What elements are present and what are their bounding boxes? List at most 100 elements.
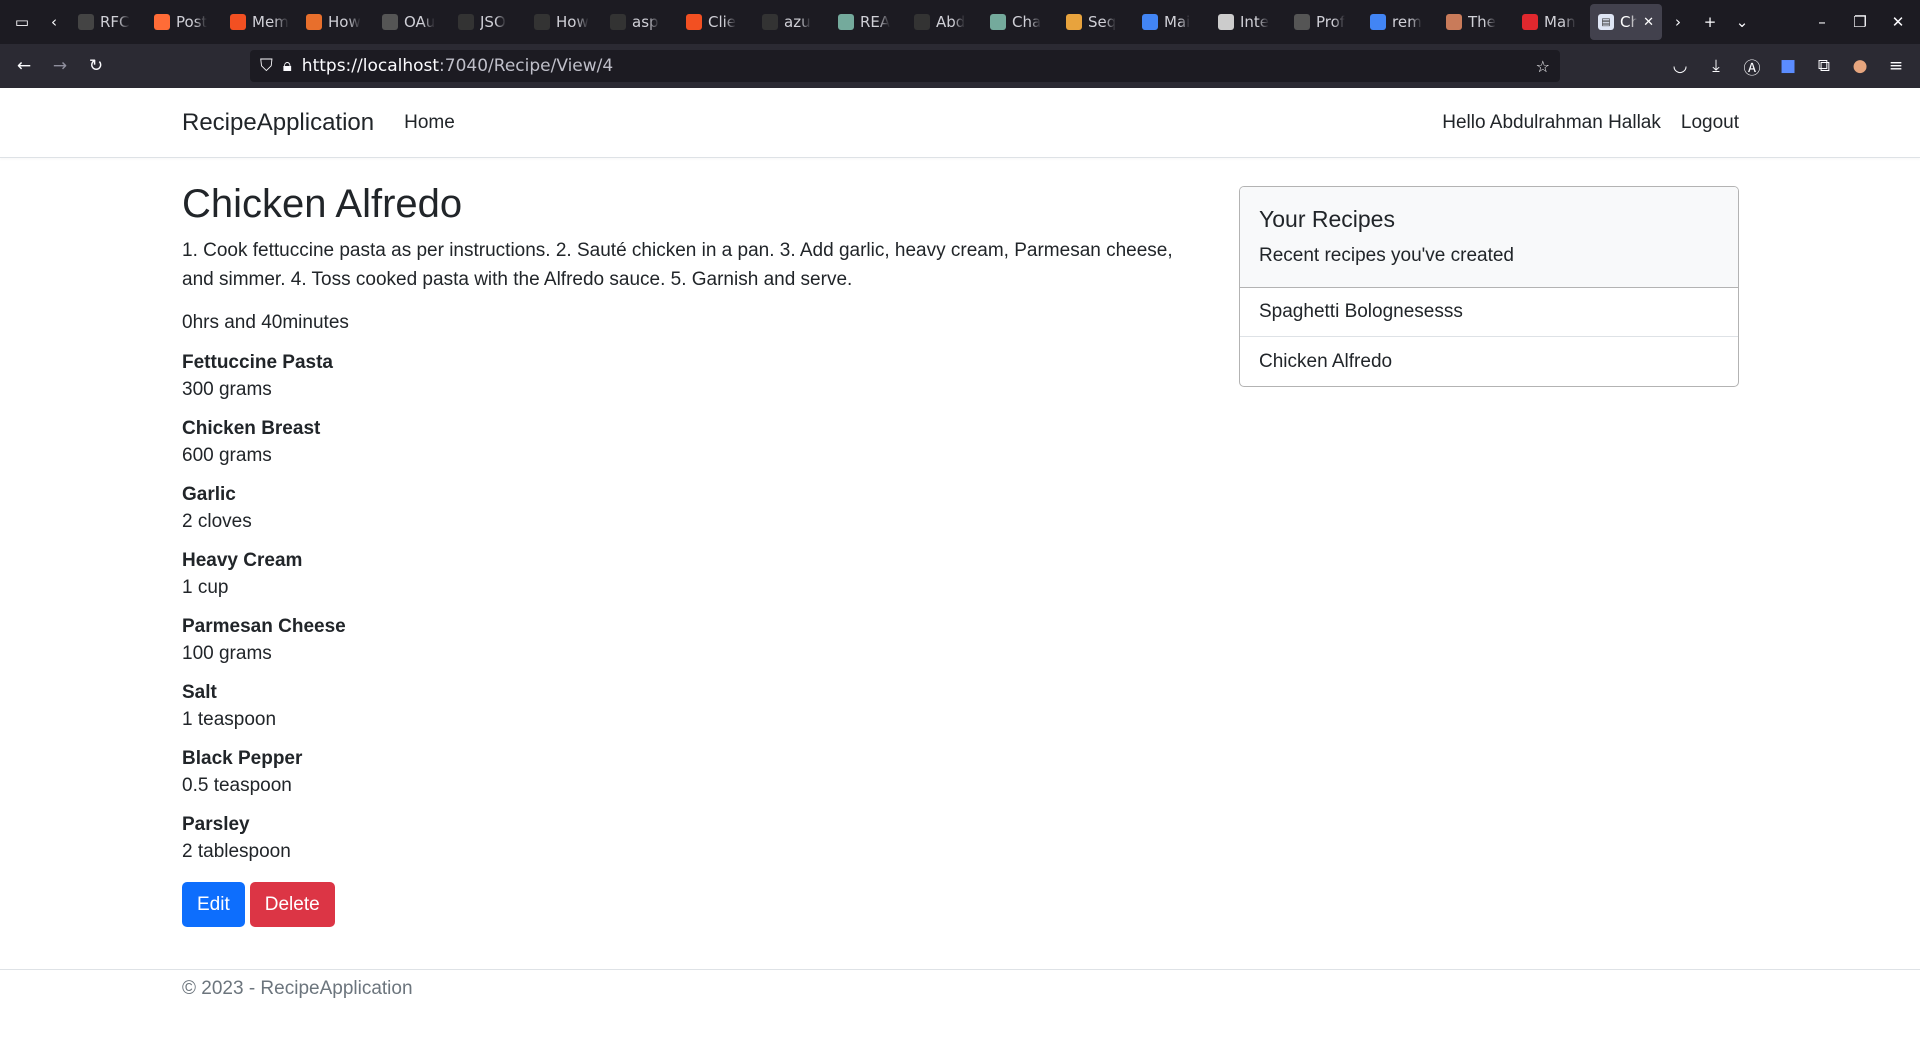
shield-icon xyxy=(458,14,474,30)
delete-button[interactable]: Delete xyxy=(249,882,335,927)
new-tab-icon[interactable]: + xyxy=(1694,6,1726,38)
browser-tab[interactable]: Mai xyxy=(1134,4,1210,40)
url-path: :7040/Recipe/View/4 xyxy=(439,56,614,76)
scroll-tabs-right-icon[interactable]: › xyxy=(1662,6,1694,38)
forward-icon[interactable]: → xyxy=(44,50,76,82)
footer: © 2023 - RecipeApplication xyxy=(0,969,1920,1000)
card-title: Your Recipes xyxy=(1259,206,1395,232)
browser-tab[interactable]: Abd xyxy=(906,4,982,40)
browser-tab[interactable]: azu xyxy=(754,4,830,40)
your-recipes-card: Your Recipes Recent recipes you've creat… xyxy=(1239,186,1739,387)
browser-tab[interactable]: The xyxy=(1438,4,1514,40)
microsoft-icon xyxy=(686,14,702,30)
recipe-detail: Chicken Alfredo 1. Cook fettuccine pasta… xyxy=(182,178,1182,927)
tab-title: Abd xyxy=(936,13,966,31)
recipe-instructions: 1. Cook fettuccine pasta as per instruct… xyxy=(182,240,1173,290)
chatgpt-icon xyxy=(990,14,1006,30)
recipe-list: Spaghetti Bolognesesss Chicken Alfredo xyxy=(1240,288,1738,386)
browser-tab[interactable]: Inte xyxy=(1210,4,1286,40)
ingredient-item: Parmesan Cheese 100 grams xyxy=(182,614,1182,668)
tab-title: Man xyxy=(1544,13,1576,31)
shield-icon[interactable]: ⛉ xyxy=(260,56,273,76)
close-window-icon[interactable]: ✕ xyxy=(1882,6,1914,38)
recipe-list-item[interactable]: Spaghetti Bolognesesss xyxy=(1240,288,1738,337)
scroll-tabs-left-icon[interactable]: ‹ xyxy=(38,6,70,38)
account-icon[interactable]: Ⓐ xyxy=(1736,50,1768,82)
menu-icon[interactable]: ≡ xyxy=(1880,50,1912,82)
browser-tab[interactable]: Mem xyxy=(222,4,298,40)
ingredient-item: Black Pepper 0.5 teaspoon xyxy=(182,746,1182,800)
browser-tab[interactable]: Prof xyxy=(1286,4,1362,40)
reload-icon[interactable]: ↻ xyxy=(80,50,112,82)
ingredient-item: Heavy Cream 1 cup xyxy=(182,548,1182,602)
ingredient-list: Fettuccine Pasta 300 grams Chicken Breast 6… xyxy=(182,350,1182,866)
github-icon xyxy=(762,14,778,30)
browser-tab[interactable]: Clie xyxy=(678,4,754,40)
recipe-list-item[interactable]: Chicken Alfredo xyxy=(1240,337,1738,386)
ingredient-quantity: 100 grams xyxy=(182,643,272,664)
ingredient-quantity: 1 cup xyxy=(182,577,229,598)
address-bar[interactable]: ⛉ 🔒︎ https://localhost:7040/Recipe/View/… xyxy=(250,50,1560,82)
google-icon xyxy=(1370,14,1386,30)
restore-icon[interactable]: ❐ xyxy=(1844,6,1876,38)
browser-tab[interactable]: JSO xyxy=(450,4,526,40)
oauth-icon xyxy=(382,14,398,30)
lock-icon[interactable]: 🔒︎ xyxy=(283,56,292,76)
ingredient-name: Parmesan Cheese xyxy=(182,616,346,637)
ingredient-quantity: 2 tablespoon xyxy=(182,841,291,862)
postman-icon xyxy=(154,14,170,30)
browser-tab[interactable]: Seq xyxy=(1058,4,1134,40)
tab-title: RFC xyxy=(100,13,130,31)
ingredient-quantity: 300 grams xyxy=(182,379,272,400)
brand-link[interactable]: RecipeApplication xyxy=(182,109,374,137)
target-icon xyxy=(1522,14,1538,30)
edit-button[interactable]: Edit xyxy=(182,882,245,927)
seq-icon xyxy=(1066,14,1082,30)
card-subtitle: Recent recipes you've created xyxy=(1259,245,1514,266)
browser-tab[interactable]: OAu xyxy=(374,4,450,40)
browser-tab[interactable]: How xyxy=(526,4,602,40)
logout-link[interactable]: Logout xyxy=(1681,112,1739,134)
close-tab-icon[interactable]: ✕ xyxy=(1643,15,1654,30)
browser-tab[interactable]: Man xyxy=(1514,4,1590,40)
download-icon[interactable]: ⤓ xyxy=(1700,50,1732,82)
tab-active[interactable]: ▤ Ch ✕ xyxy=(1590,4,1662,40)
profile-icon[interactable]: ● xyxy=(1844,50,1876,82)
browser-tab[interactable]: Post xyxy=(146,4,222,40)
extensions-icon[interactable]: ⧉ xyxy=(1808,50,1840,82)
ingredient-name: Fettuccine Pasta xyxy=(182,352,333,373)
bookmark-star-icon[interactable]: ☆ xyxy=(1536,57,1550,76)
shield-icon xyxy=(534,14,550,30)
rfc-icon xyxy=(78,14,94,30)
avatar-icon xyxy=(1446,14,1462,30)
browser-tab[interactable]: rem xyxy=(1362,4,1438,40)
extension-shield-icon[interactable]: ■ xyxy=(1772,50,1804,82)
browser-tab[interactable]: asp xyxy=(602,4,678,40)
browser-toolbar: ← → ↻ ⛉ 🔒︎ https://localhost:7040/Recipe… xyxy=(0,44,1920,88)
tab-title: Clie xyxy=(708,13,737,31)
tab-title: azu xyxy=(784,13,811,31)
tab-title: How xyxy=(556,13,589,31)
user-greeting[interactable]: Hello Abdulrahman Hallak xyxy=(1442,112,1661,134)
tab-title: Cha xyxy=(1012,13,1042,31)
ingredient-name: Chicken Breast xyxy=(182,418,321,439)
tab-title: Seq xyxy=(1088,13,1117,31)
back-icon[interactable]: ← xyxy=(8,50,40,82)
tab-title: Ch xyxy=(1620,13,1638,31)
minimize-icon[interactable]: – xyxy=(1806,6,1838,38)
footer-text: © 2023 - RecipeApplication xyxy=(182,978,413,999)
ingredient-quantity: 0.5 teaspoon xyxy=(182,775,292,796)
tab-title: Post xyxy=(176,13,208,31)
tab-overview-icon[interactable]: ▭ xyxy=(6,6,38,38)
browser-tab[interactable]: REA xyxy=(830,4,906,40)
ingredient-item: Chicken Breast 600 grams xyxy=(182,416,1182,470)
browser-tab[interactable]: How xyxy=(298,4,374,40)
ingredient-name: Black Pepper xyxy=(182,748,303,769)
ingredient-quantity: 1 teaspoon xyxy=(182,709,277,730)
browser-tab[interactable]: Cha xyxy=(982,4,1058,40)
list-tabs-icon[interactable]: ⌄ xyxy=(1726,6,1758,38)
doc-icon: ▤ xyxy=(1598,14,1614,30)
nav-home[interactable]: Home xyxy=(404,112,455,134)
pocket-icon[interactable]: ◡ xyxy=(1664,50,1696,82)
browser-tab[interactable]: RFC xyxy=(70,4,146,40)
